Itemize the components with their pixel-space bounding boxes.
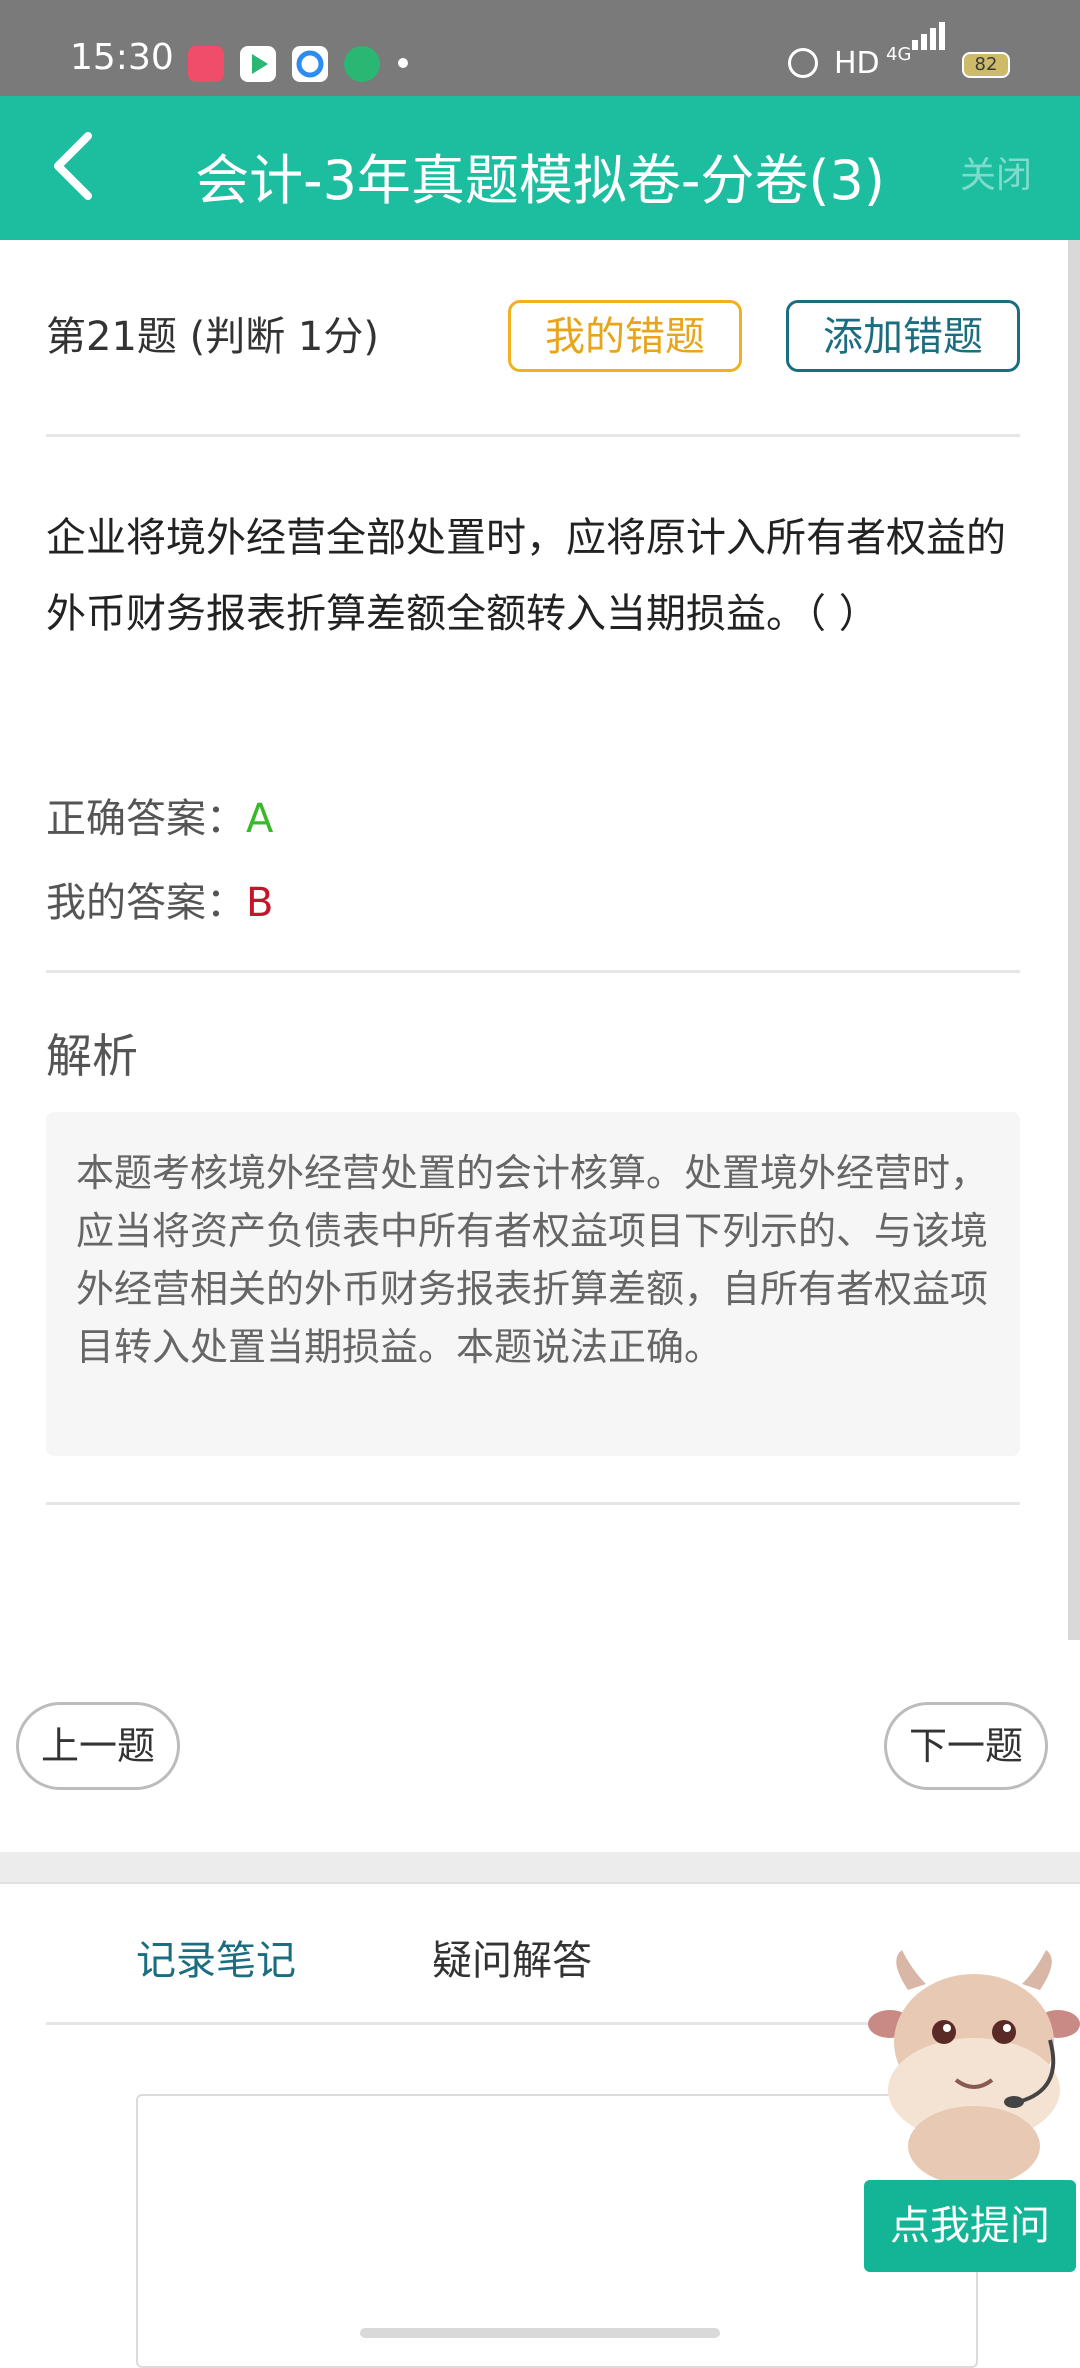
my-answer-value: B [246, 880, 274, 926]
close-button[interactable]: 关闭 [960, 146, 1032, 198]
previous-question-button[interactable]: 上一题 [16, 1702, 180, 1790]
play-app-icon [240, 46, 276, 82]
section-separator [0, 1852, 1080, 1882]
video-app-icon [188, 46, 224, 82]
status-time: 15:30 [70, 37, 174, 78]
notification-dot-icon [398, 58, 408, 68]
analysis-heading: 解析 [46, 1029, 138, 1083]
divider [46, 1502, 1020, 1505]
my-answer-label: 我的答案： [46, 880, 246, 926]
my-answer-row: 我的答案：B [46, 870, 273, 928]
battery-icon: 82 [962, 52, 1010, 78]
page-title: 会计-3年真题模拟卷-分卷(3) [195, 149, 885, 212]
notes-input[interactable] [136, 2094, 978, 2368]
analysis-text: 本题考核境外经营处置的会计核算。处置境外经营时，应当将资产负债表中所有者权益项目… [76, 1151, 989, 1369]
correct-answer-label: 正确答案： [46, 796, 246, 842]
tab-questions-answers[interactable]: 疑问解答 [432, 1928, 592, 1986]
scrollbar[interactable] [1068, 240, 1080, 1640]
add-wrong-question-button[interactable]: 添加错题 [786, 300, 1020, 372]
home-indicator [360, 2328, 720, 2338]
correct-answer-row: 正确答案：A [46, 786, 273, 844]
network-type: 4G [886, 44, 912, 65]
correct-answer-value: A [246, 796, 274, 842]
question-text: 企业将境外经营全部处置时，应将原计入所有者权益的外币财务报表折算差额全额转入当期… [46, 515, 1006, 637]
education-app-icon [344, 46, 380, 82]
next-question-button[interactable]: 下一题 [884, 1702, 1048, 1790]
divider [46, 434, 1020, 437]
alarm-icon [788, 48, 818, 78]
ask-question-button[interactable]: 点我提问 [864, 2180, 1076, 2272]
question-number: 第21题 (判断 1分) [46, 314, 379, 360]
divider [46, 970, 1020, 973]
tab-notes[interactable]: 记录笔记 [136, 1928, 296, 1986]
hd-indicator: HD [834, 46, 880, 81]
cow-mascot-icon[interactable] [868, 1950, 1080, 2190]
my-wrong-questions-button[interactable]: 我的错题 [508, 300, 742, 372]
browser-app-icon [292, 46, 328, 82]
